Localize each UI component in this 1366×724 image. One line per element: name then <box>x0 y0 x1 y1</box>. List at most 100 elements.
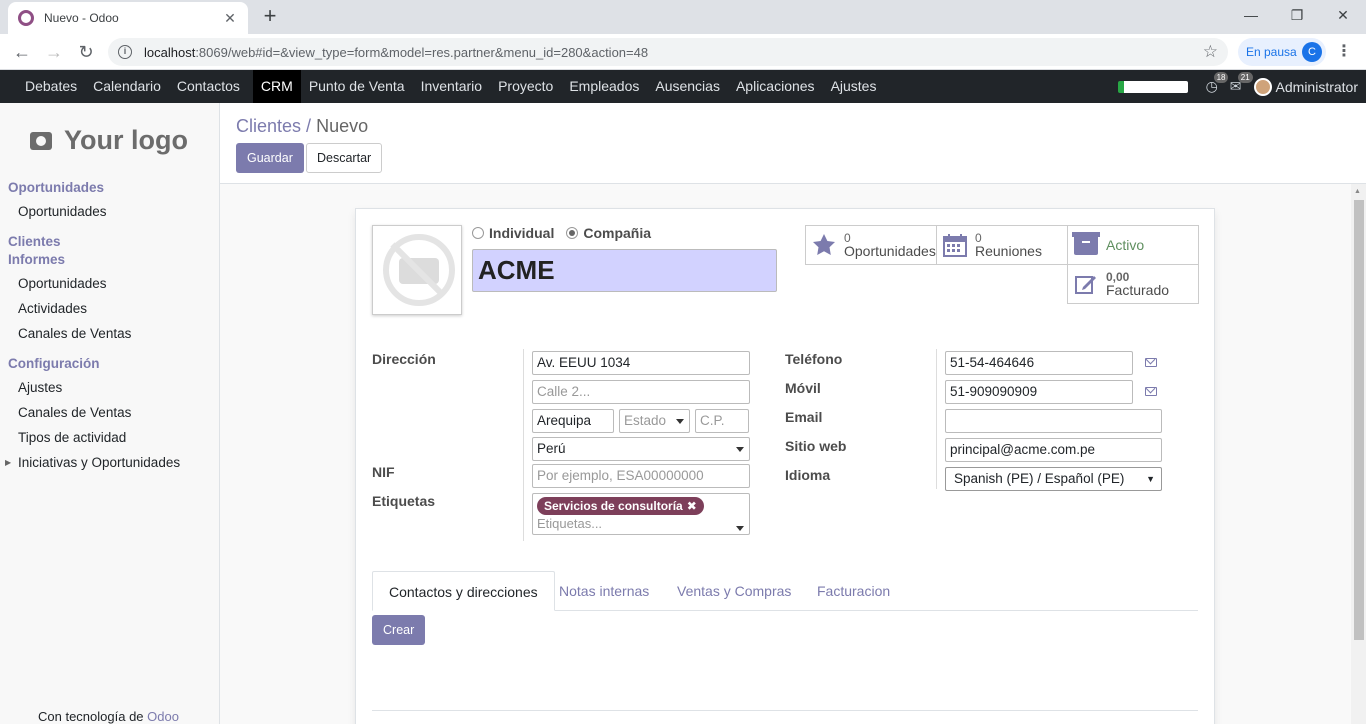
forward-icon[interactable]: → <box>42 40 66 64</box>
state-select[interactable]: Estado <box>619 409 690 433</box>
navbar-systray: ◷ 18 ✉ 21 Administrator <box>1117 70 1358 103</box>
browser-menu-icon[interactable]: ⋮ <box>1336 41 1352 63</box>
email-input[interactable] <box>945 409 1162 433</box>
tab-ventas-y-compras[interactable]: Ventas y Compras <box>661 571 807 611</box>
sidebar-item-iniciativas[interactable]: Iniciativas y Oportunidades <box>18 455 180 470</box>
sidebar-section-configuracion[interactable]: Configuración <box>8 356 100 371</box>
zip-input[interactable]: C.P. <box>695 409 749 433</box>
browser-tabstrip: Nuevo - Odoo ✕ + — ❐ ✕ <box>0 0 1366 34</box>
menu-ajustes[interactable]: Ajustes <box>823 70 885 103</box>
content-scrollbar[interactable]: ▲ <box>1351 184 1366 724</box>
sidebar-item-ajustes[interactable]: Ajustes <box>18 380 62 395</box>
sidebar-item-tipos-de-actividad[interactable]: Tipos de actividad <box>18 430 126 445</box>
meetings-stat-button[interactable]: 0 Reuniones <box>936 225 1068 265</box>
odoo-link[interactable]: Odoo <box>147 709 179 724</box>
reload-icon[interactable]: ↻ <box>74 40 98 64</box>
menu-crm[interactable]: CRM <box>252 70 301 103</box>
radio-company-label[interactable]: Compañia <box>583 225 651 241</box>
sidebar-item-actividades[interactable]: Actividades <box>18 301 87 316</box>
opportunities-stat-button[interactable]: 0 Oportunidades <box>805 225 937 265</box>
new-tab-button[interactable]: + <box>258 5 282 29</box>
main-navbar: Debates Calendario Contactos CRM Punto d… <box>0 70 1366 103</box>
activity-clock-icon[interactable]: ◷ 18 <box>1206 72 1229 95</box>
radio-individual-label[interactable]: Individual <box>489 225 554 241</box>
menu-proyecto[interactable]: Proyecto <box>490 70 561 103</box>
close-tab-icon[interactable]: ✕ <box>222 10 238 27</box>
city-input[interactable]: Arequipa <box>532 409 614 433</box>
partner-name-input[interactable]: ACME <box>472 249 777 292</box>
sms-envelope-icon[interactable] <box>1145 387 1157 396</box>
website-input[interactable]: principal@acme.com.pe <box>945 438 1162 462</box>
sidebar-section-informes[interactable]: Informes <box>8 252 65 267</box>
language-select[interactable]: Spanish (PE) / Español (PE) ▼ <box>945 467 1162 491</box>
mobile-input[interactable]: 51-909090909 <box>945 380 1133 404</box>
email-label: Email <box>785 409 823 425</box>
meetings-count: 0 <box>975 230 982 245</box>
mobile-label: Móvil <box>785 380 821 396</box>
archive-toggle-button[interactable]: Activo <box>1067 225 1199 265</box>
star-icon <box>813 234 835 255</box>
save-button[interactable]: Guardar <box>236 143 304 173</box>
user-menu[interactable]: Administrator <box>1276 79 1358 95</box>
back-icon[interactable]: ← <box>10 40 34 64</box>
browser-tab[interactable]: Nuevo - Odoo ✕ <box>8 2 248 34</box>
close-window-button[interactable]: ✕ <box>1320 0 1366 30</box>
menu-empleados[interactable]: Empleados <box>561 70 647 103</box>
tab-contactos-y-direcciones[interactable]: Contactos y direcciones <box>372 571 555 611</box>
create-contact-button[interactable]: Crear <box>372 615 426 645</box>
vat-input[interactable]: Por ejemplo, ESA00000000 <box>532 464 750 488</box>
odoo-favicon-icon <box>18 10 34 26</box>
invoiced-stat-button[interactable]: 0,00 Facturado <box>1067 264 1199 304</box>
partner-image[interactable] <box>372 225 462 315</box>
sms-envelope-icon[interactable] <box>1145 358 1157 367</box>
radio-company[interactable] <box>566 227 579 239</box>
menu-calendario[interactable]: Calendario <box>85 70 169 103</box>
sidebar-section-oportunidades[interactable]: Oportunidades <box>8 180 104 195</box>
breadcrumb-parent[interactable]: Clientes <box>236 116 301 136</box>
active-label: Activo <box>1106 236 1145 253</box>
tab-notas-internas[interactable]: Notas internas <box>543 571 665 611</box>
radio-individual[interactable] <box>472 227 484 239</box>
menu-inventario[interactable]: Inventario <box>413 70 490 103</box>
tab-facturacion[interactable]: Facturacion <box>801 571 906 611</box>
sidebar-item-informes-oportunidades[interactable]: Oportunidades <box>18 276 107 291</box>
remove-tag-icon[interactable]: ✖ <box>687 499 697 513</box>
profile-button[interactable]: En pausa C <box>1238 38 1326 66</box>
sidebar-item-canales-de-ventas[interactable]: Canales de Ventas <box>18 326 131 341</box>
minimize-window-button[interactable]: — <box>1228 0 1274 30</box>
menu-punto-de-venta[interactable]: Punto de Venta <box>301 70 413 103</box>
language-label: Idioma <box>785 467 831 483</box>
bookmark-star-icon[interactable]: ☆ <box>1203 42 1218 62</box>
user-avatar[interactable] <box>1253 77 1272 96</box>
menu-contactos[interactable]: Contactos <box>169 70 248 103</box>
discard-button[interactable]: Descartar <box>306 143 383 173</box>
form-notebook-tabs: Contactos y direcciones Notas internas V… <box>372 571 1198 611</box>
app-sidebar: Your logo Oportunidades Oportunidades Cl… <box>0 103 220 724</box>
address-bar[interactable]: i localhost:8069/web#id=&view_type=form&… <box>108 38 1228 66</box>
menu-aplicaciones[interactable]: Aplicaciones <box>728 70 823 103</box>
country-select[interactable]: Perú <box>532 437 750 461</box>
phone-input[interactable]: 51-54-464646 <box>945 351 1133 375</box>
expand-caret-icon[interactable]: ▶ <box>5 458 11 467</box>
restore-window-button[interactable]: ❐ <box>1274 0 1320 30</box>
tag-chip[interactable]: Servicios de consultoría ✖ <box>537 497 704 515</box>
sidebar-item-config-canales-de-ventas[interactable]: Canales de Ventas <box>18 405 131 420</box>
camera-icon <box>30 131 52 150</box>
sidebar-item-oportunidades[interactable]: Oportunidades <box>18 204 107 219</box>
street2-input[interactable]: Calle 2... <box>532 380 750 404</box>
menu-ausencias[interactable]: Ausencias <box>647 70 728 103</box>
breadcrumb-separator: / <box>306 116 312 136</box>
control-panel: Clientes / Nuevo Guardar Descartar <box>220 103 1366 184</box>
scroll-up-icon[interactable]: ▲ <box>1354 188 1361 195</box>
message-count: 21 <box>1237 72 1253 83</box>
tags-label: Etiquetas <box>372 493 436 509</box>
site-info-icon[interactable]: i <box>118 45 132 59</box>
messages-icon[interactable]: ✉ 21 <box>1230 72 1253 95</box>
scrollbar-thumb[interactable] <box>1354 200 1364 640</box>
archive-icon <box>1072 232 1100 255</box>
phone-label: Teléfono <box>785 351 843 367</box>
menu-debates[interactable]: Debates <box>17 70 85 103</box>
tags-input[interactable]: Servicios de consultoría ✖ Etiquetas... <box>532 493 750 535</box>
street-input[interactable]: Av. EEUU 1034 <box>532 351 750 375</box>
sidebar-section-clientes[interactable]: Clientes <box>8 234 61 249</box>
